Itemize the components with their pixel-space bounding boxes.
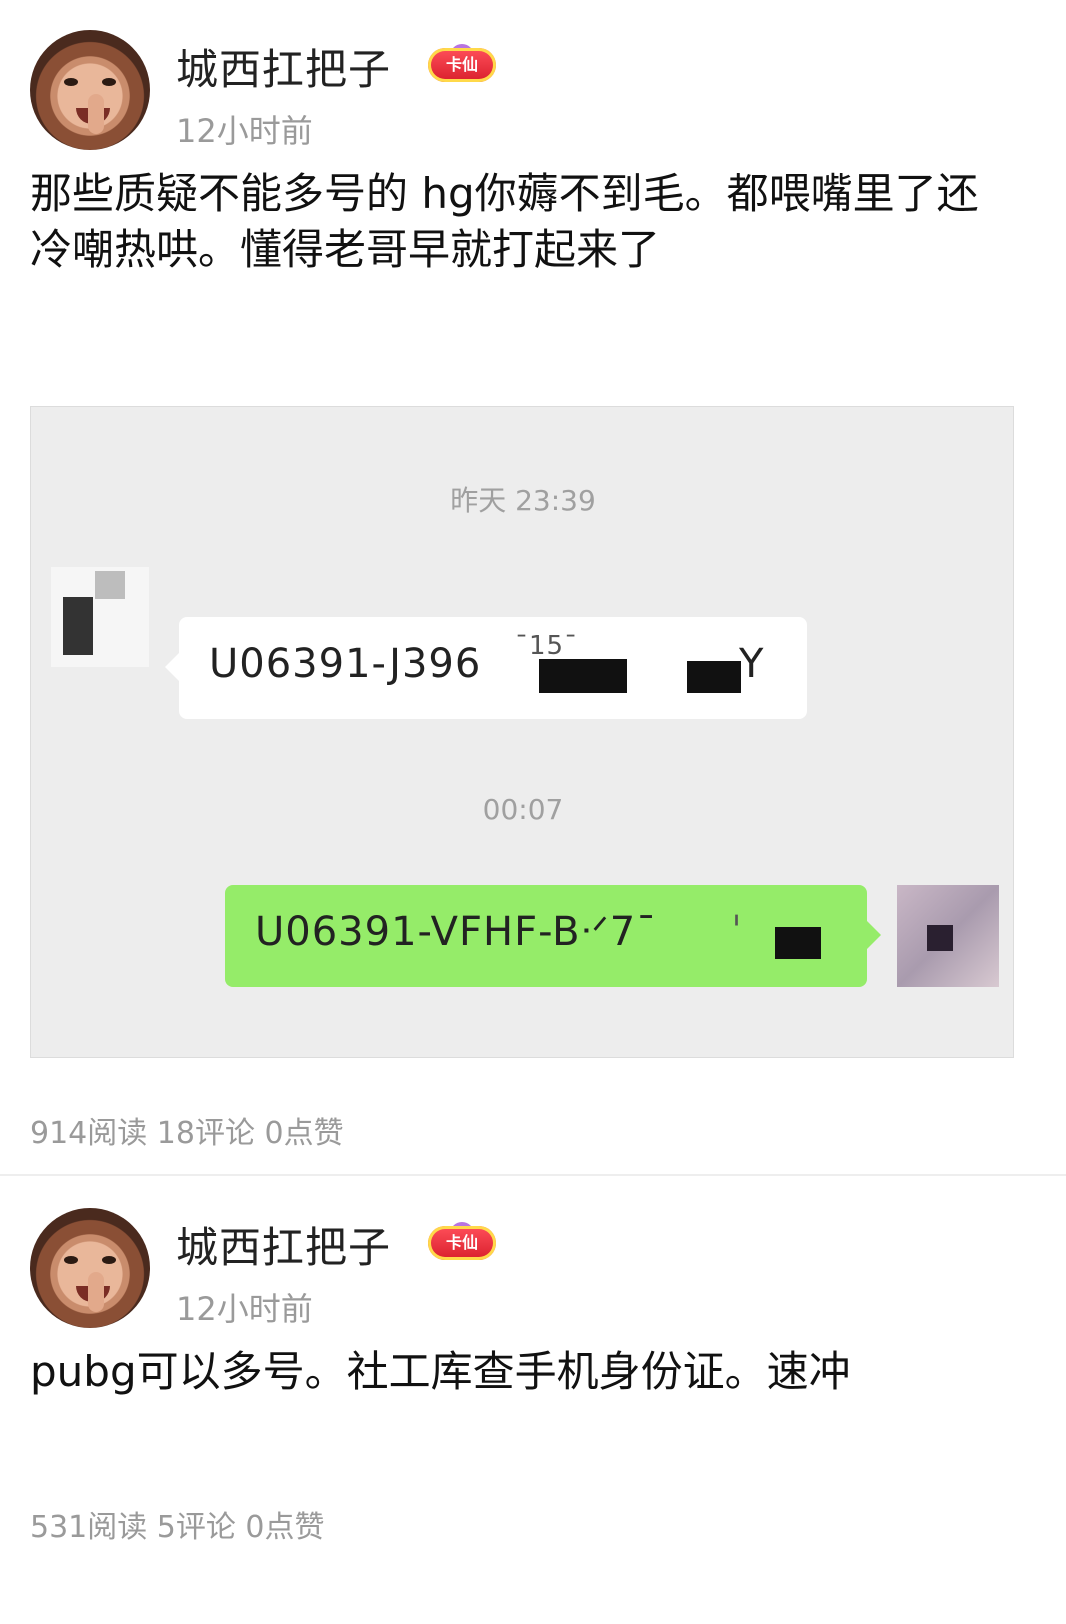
avatar[interactable] (30, 1208, 150, 1328)
avatar-hand (88, 1272, 104, 1312)
avatar-hand (88, 94, 104, 134)
post-content: pubg可以多号。社工库查手机身份证。速冲 (30, 1347, 851, 1396)
avatar-eye (102, 78, 116, 86)
redaction-block (775, 927, 821, 959)
message-fragment: ˉ15ˉ (515, 631, 579, 661)
redaction-block (539, 659, 627, 693)
message-fragment: Y (739, 641, 765, 687)
attached-image[interactable]: 昨天 23:39 U06391-J396 ˉ15ˉ Y 00:07 U06391… (30, 406, 1014, 1058)
divider (0, 1174, 1066, 1176)
redaction-block (927, 925, 953, 951)
avatar-eye (64, 1256, 78, 1264)
avatar-eye (64, 78, 78, 86)
chat-timestamp: 昨天 23:39 (450, 484, 596, 517)
user-badge[interactable]: 卡仙 (428, 1226, 496, 1260)
post-time: 12小时前 (176, 1290, 313, 1328)
post-stats: 914阅读 18评论 0点赞 (30, 1116, 344, 1151)
redaction-block (687, 661, 741, 693)
username[interactable]: 城西扛把子 (176, 1214, 391, 1275)
self-avatar (897, 885, 999, 987)
post-time: 12小时前 (176, 112, 313, 150)
message-code: U06391-VFHF-Bᐧᐟ7ˉ (255, 909, 658, 955)
received-message-bubble: U06391-J396 ˉ15ˉ Y (165, 617, 807, 719)
sent-message-bubble: U06391-VFHF-Bᐧᐟ7ˉ ˈ (225, 885, 881, 987)
mosaic-block (95, 571, 125, 599)
avatar-eye (102, 1256, 116, 1264)
chat-timestamp: 00:07 (482, 793, 564, 826)
redaction-block (63, 597, 93, 655)
peer-avatar (51, 567, 149, 667)
avatar[interactable] (30, 30, 150, 150)
message-code: U06391-J396 (209, 641, 482, 687)
username[interactable]: 城西扛把子 (176, 36, 391, 97)
post-stats: 531阅读 5评论 0点赞 (30, 1510, 325, 1545)
message-fragment: ˈ (731, 909, 743, 955)
post-content: 那些质疑不能多号的 hg你薅不到毛。都喂嘴里了还冷嘲热哄。懂得老哥早就打起来了 (30, 169, 979, 274)
user-badge[interactable]: 卡仙 (428, 48, 496, 82)
